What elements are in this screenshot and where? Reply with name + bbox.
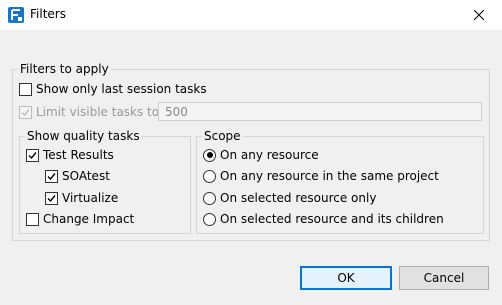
scope-selected-only-radio[interactable]: On selected resource only xyxy=(203,191,376,205)
checkmark-icon xyxy=(47,172,56,180)
radio-selected-dot xyxy=(206,152,213,158)
dialog-body: Filters to apply Show only last session … xyxy=(0,30,502,305)
scope-option-label: On selected resource and its children xyxy=(220,212,444,226)
radio-circle xyxy=(203,148,216,162)
checkbox-box xyxy=(45,191,58,205)
scope-selected-children-radio[interactable]: On selected resource and its children xyxy=(203,212,444,226)
soatest-label: SOAtest xyxy=(62,169,110,183)
checkmark-icon xyxy=(47,194,56,202)
filters-group-label: Filters to apply xyxy=(18,62,111,76)
window-title: Filters xyxy=(30,7,66,21)
title-bar: Filters xyxy=(0,0,502,30)
scope-any-resource-radio[interactable]: On any resource xyxy=(203,148,319,162)
app-icon xyxy=(8,7,24,23)
radio-circle xyxy=(203,191,216,205)
checkmark-icon xyxy=(21,108,30,116)
show-last-session-label: Show only last session tasks xyxy=(36,82,207,96)
checkbox-box xyxy=(19,82,32,96)
test-results-checkbox[interactable]: Test Results xyxy=(26,148,114,162)
scope-option-label: On any resource in the same project xyxy=(220,169,439,183)
checkbox-box xyxy=(19,105,32,119)
scope-option-label: On any resource xyxy=(220,148,319,162)
checkbox-box xyxy=(26,148,39,162)
checkbox-box xyxy=(26,212,39,226)
checkbox-box xyxy=(45,169,58,183)
ok-button[interactable]: OK xyxy=(300,266,392,290)
virtualize-checkbox[interactable]: Virtualize xyxy=(45,191,118,205)
limit-visible-label: Limit visible tasks to: xyxy=(36,105,164,119)
close-button[interactable] xyxy=(456,0,502,30)
change-impact-label: Change Impact xyxy=(43,212,135,226)
limit-value-field[interactable]: 500 xyxy=(158,102,482,121)
scope-same-project-radio[interactable]: On any resource in the same project xyxy=(203,169,439,183)
virtualize-label: Virtualize xyxy=(62,191,119,205)
quality-tasks-group-label: Show quality tasks xyxy=(25,129,142,143)
close-icon xyxy=(474,10,484,20)
soatest-checkbox[interactable]: SOAtest xyxy=(45,169,110,183)
radio-circle xyxy=(203,212,216,226)
checkmark-icon xyxy=(28,151,37,159)
test-results-label: Test Results xyxy=(43,148,114,162)
change-impact-checkbox[interactable]: Change Impact xyxy=(26,212,134,226)
cancel-button[interactable]: Cancel xyxy=(399,266,489,290)
radio-circle xyxy=(203,169,216,183)
show-last-session-checkbox[interactable]: Show only last session tasks xyxy=(19,82,207,96)
scope-group-label: Scope xyxy=(202,129,243,143)
scope-option-label: On selected resource only xyxy=(220,191,377,205)
limit-visible-checkbox[interactable]: Limit visible tasks to: xyxy=(19,105,163,119)
